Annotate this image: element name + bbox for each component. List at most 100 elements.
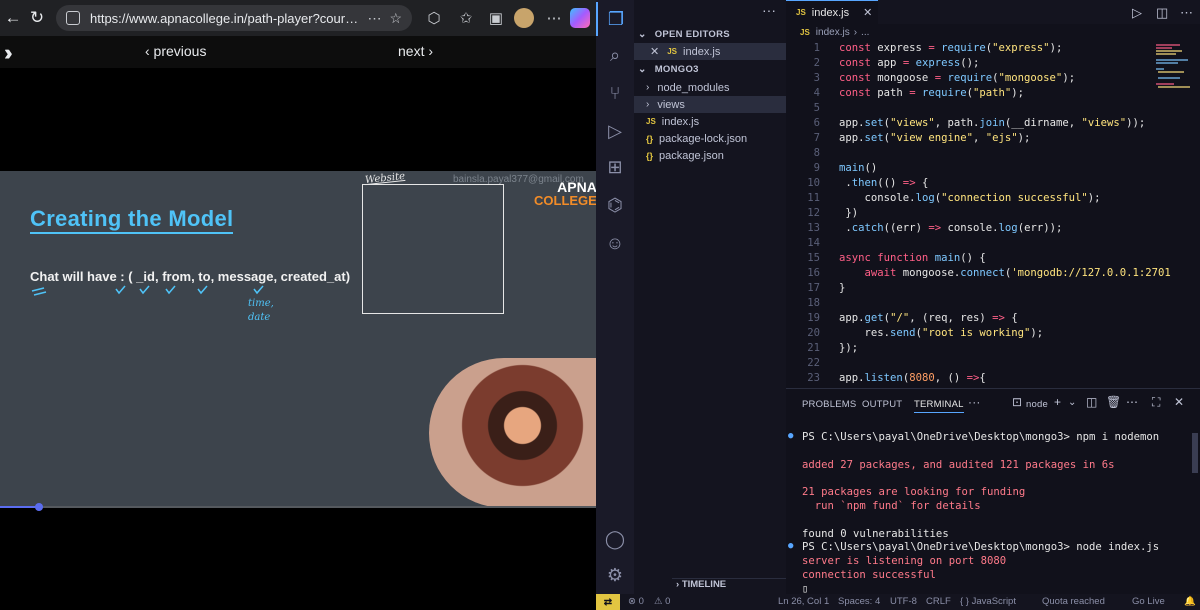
errors-count[interactable]: ⊗ 0 <box>628 596 644 607</box>
code-line[interactable]: 21}); <box>786 342 1200 357</box>
cursor-position[interactable]: Ln 26, Col 1 <box>778 596 829 607</box>
line-ending[interactable]: CRLF <box>926 596 951 607</box>
code-text[interactable]: const express = require("express"); <box>839 42 1062 54</box>
python-icon[interactable]: ⌬ <box>596 188 634 222</box>
code-line[interactable]: 11 console.log("connection successful"); <box>786 192 1200 207</box>
notifications-bell-icon[interactable]: 🔔 <box>1184 596 1196 607</box>
indentation[interactable]: Spaces: 4 <box>838 596 880 607</box>
settings-gear-icon[interactable]: ⚙ <box>596 558 634 592</box>
code-line[interactable]: 14 <box>786 237 1200 252</box>
bookmark-star-icon[interactable]: ☆ <box>389 10 402 27</box>
code-line[interactable]: 18 <box>786 297 1200 312</box>
code-line[interactable]: 19 app.get("/", (req, res) => { <box>786 312 1200 327</box>
code-line[interactable]: 12 }) <box>786 207 1200 222</box>
encoding[interactable]: UTF-8 <box>890 596 917 607</box>
favorites-icon[interactable]: ✩ <box>456 8 476 28</box>
file-tree-item[interactable]: › views <box>634 96 786 113</box>
previous-button[interactable]: ‹ previous <box>145 43 206 59</box>
run-debug-icon[interactable]: ▷ <box>596 114 634 148</box>
breadcrumb-more[interactable]: ... <box>861 27 869 38</box>
code-line[interactable]: 7 app.set("view engine", "ejs"); <box>786 132 1200 147</box>
code-text[interactable]: app.set("view engine", "ejs"); <box>839 132 1030 144</box>
site-info-icon[interactable] <box>66 11 80 25</box>
profile-avatar[interactable] <box>514 8 534 28</box>
code-line[interactable]: 5 <box>786 102 1200 117</box>
code-line[interactable]: 16 await mongoose.connect('mongodb://127… <box>786 267 1200 282</box>
code-text[interactable]: await mongoose.connect('mongodb://127.0.… <box>839 267 1171 279</box>
remote-icon[interactable]: ⇄ <box>596 594 620 610</box>
code-line[interactable]: 1 const express = require("express"); <box>786 42 1200 57</box>
code-line[interactable]: 4 const path = require("path"); <box>786 87 1200 102</box>
code-text[interactable]: res.send("root is working"); <box>839 327 1044 339</box>
code-line[interactable]: 9 main() <box>786 162 1200 177</box>
tab-terminal[interactable]: TERMINAL <box>914 399 964 413</box>
code-line[interactable]: 10 .then(() => { <box>786 177 1200 192</box>
copilot-chat-icon[interactable]: ☺ <box>596 226 634 260</box>
terminal-name[interactable]: node <box>1026 399 1048 410</box>
editor-more-icon[interactable]: ⋯ <box>1180 5 1193 21</box>
panel-more-icon[interactable]: ⋯ <box>1126 395 1138 409</box>
split-editor-icon[interactable]: ◫ <box>1156 5 1168 21</box>
code-line[interactable]: 23 app.listen(8080, () =>{ <box>786 372 1200 387</box>
open-editor-item[interactable]: ✕ JS index.js <box>634 43 786 60</box>
maximize-panel-icon[interactable]: ⛶ <box>1152 395 1160 410</box>
copilot-icon[interactable] <box>570 8 590 28</box>
code-line[interactable]: 22 <box>786 357 1200 372</box>
code-line[interactable]: 13 .catch((err) => console.log(err)); <box>786 222 1200 237</box>
chevron-down-icon[interactable]: ⌄ <box>1068 397 1076 408</box>
code-line[interactable]: 8 <box>786 147 1200 162</box>
video-progress-bar[interactable] <box>0 503 596 511</box>
code-line[interactable]: 6 app.set("views", path.join(__dirname, "… <box>786 117 1200 132</box>
terminal-scrollbar[interactable] <box>1192 433 1198 473</box>
file-tree-item[interactable]: {} package.json <box>634 147 786 164</box>
open-editors-section[interactable]: ⌄ OPEN EDITORS <box>638 29 730 40</box>
next-button[interactable]: next › <box>398 43 433 59</box>
code-editor[interactable]: JS index.js ✕ ▷ ◫ ⋯ JS index.js › ... 1 … <box>786 0 1200 388</box>
search-icon[interactable]: ⌕ <box>596 38 634 72</box>
code-line[interactable]: 3 const mongoose = require("mongoose"); <box>786 72 1200 87</box>
file-tree-item[interactable]: › node_modules <box>634 79 786 96</box>
code-text[interactable]: app.get("/", (req, res) => { <box>839 312 1018 324</box>
extensions-icon[interactable]: ⊞ <box>596 150 634 184</box>
code-text[interactable]: app.listen(8080, () =>{ <box>839 372 986 384</box>
file-tree-item[interactable]: {} package-lock.json <box>634 130 786 147</box>
code-line[interactable]: 15 async function main() { <box>786 252 1200 267</box>
quota-status[interactable]: Quota reached <box>1042 596 1105 607</box>
trash-icon[interactable]: 🗑 <box>1106 395 1121 409</box>
close-icon[interactable]: ✕ <box>650 45 659 58</box>
extensions-icon[interactable]: ⬡ <box>424 8 444 28</box>
tab-output[interactable]: OUTPUT <box>862 399 902 410</box>
split-terminal-icon[interactable]: ◫ <box>1086 395 1097 409</box>
go-live-button[interactable]: Go Live <box>1132 596 1165 607</box>
code-text[interactable]: async function main() { <box>839 252 986 264</box>
close-icon[interactable]: ✕ <box>863 6 872 19</box>
address-bar[interactable]: https://www.apnacollege.in/path-player?c… <box>56 5 412 31</box>
video-player[interactable]: bainsla.payal377@gmail.com APNA COLLEGE … <box>0 171 596 508</box>
project-section[interactable]: ⌄ MONGO3 <box>638 64 699 75</box>
code-text[interactable]: app.set("views", path.join(__dirname, "v… <box>839 117 1145 129</box>
reload-icon[interactable]: ↻ <box>24 5 50 31</box>
code-text[interactable]: }) <box>839 207 858 219</box>
command-decoration-icon[interactable]: ● <box>788 541 793 551</box>
warnings-count[interactable]: ⚠ 0 <box>654 596 670 607</box>
tab-problems[interactable]: PROBLEMS <box>802 399 856 410</box>
code-line[interactable]: 17} <box>786 282 1200 297</box>
url-text[interactable]: https://www.apnacollege.in/path-player?c… <box>90 11 359 26</box>
file-tree-item[interactable]: JS index.js <box>634 113 786 130</box>
collections-icon[interactable]: ▣ <box>486 8 506 28</box>
code-line[interactable]: 20 res.send("root is working"); <box>786 327 1200 342</box>
code-text[interactable]: .then(() => { <box>839 177 928 189</box>
code-text[interactable]: } <box>839 282 845 294</box>
language-mode[interactable]: { } JavaScript <box>960 596 1016 607</box>
explorer-icon[interactable]: ❐ <box>596 2 634 36</box>
more-options-icon[interactable]: ⋯ <box>367 10 381 27</box>
code-text[interactable]: main() <box>839 162 877 174</box>
panel-more-icon[interactable]: ··· <box>968 395 981 409</box>
source-control-icon[interactable]: ⑂ <box>596 76 634 110</box>
command-decoration-icon[interactable]: ● <box>788 431 793 441</box>
code-text[interactable]: }); <box>839 342 858 354</box>
explorer-more-icon[interactable]: ··· <box>762 2 776 18</box>
more-icon[interactable]: ⋯ <box>544 8 564 28</box>
tab-index-js[interactable]: JS index.js ✕ <box>786 0 878 24</box>
video-progress-handle[interactable] <box>34 503 43 511</box>
